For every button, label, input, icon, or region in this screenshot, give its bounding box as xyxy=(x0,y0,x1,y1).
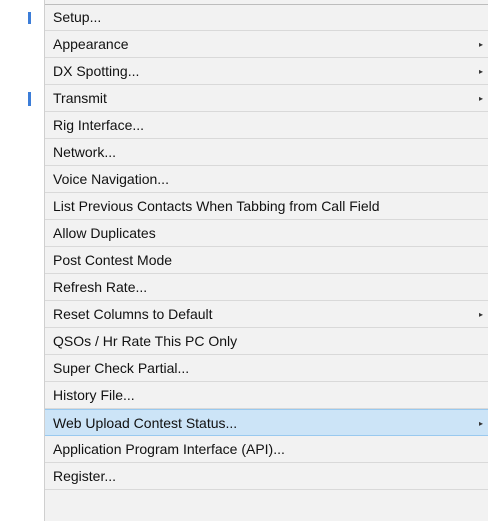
menu-item-label: Appearance xyxy=(53,36,129,52)
menu-item-label: Setup... xyxy=(53,9,102,25)
menu-item-list-previous-contacts-when-tabbing-from-call-field[interactable]: List Previous Contacts When Tabbing from… xyxy=(45,193,488,220)
menu-item-dx-spotting[interactable]: DX Spotting... ▸ xyxy=(45,58,488,85)
submenu-arrow-icon: ▸ xyxy=(478,40,483,49)
menu-item-label: Register... xyxy=(53,468,117,484)
submenu-arrow-icon: ▸ xyxy=(478,419,483,428)
gutter-accent-mark xyxy=(28,12,31,24)
menu-item-appearance[interactable]: Appearance ▸ xyxy=(45,31,488,58)
gutter-accent-mark xyxy=(28,92,31,106)
left-gutter xyxy=(0,0,44,521)
menu-item-label: Transmit xyxy=(53,90,107,106)
menu-item-label: Voice Navigation... xyxy=(53,171,169,187)
menu-item-label: QSOs / Hr Rate This PC Only xyxy=(53,333,238,349)
menu-item-label: Web Upload Contest Status... xyxy=(53,415,238,431)
menu-item-label: Application Program Interface (API)... xyxy=(53,441,285,457)
menu-item-label: History File... xyxy=(53,387,135,403)
menu-item-history-file[interactable]: History File... xyxy=(45,382,488,409)
menu-item-label: Super Check Partial... xyxy=(53,360,190,376)
menu-item-label: Post Contest Mode xyxy=(53,252,173,268)
menu-item-setup[interactable]: Setup... xyxy=(45,4,488,31)
page: Setup... Appearance ▸ DX Spotting... ▸ Transm… xyxy=(0,0,488,521)
menu-item-web-upload-contest-status[interactable]: Web Upload Contest Status... ▸ xyxy=(45,409,488,436)
menu-item-reset-columns-to-default[interactable]: Reset Columns to Default ▸ xyxy=(45,301,488,328)
menu-item-allow-duplicates[interactable]: Allow Duplicates xyxy=(45,220,488,247)
menu-item-label: Allow Duplicates xyxy=(53,225,156,241)
menu-item-refresh-rate[interactable]: Refresh Rate... xyxy=(45,274,488,301)
menu-item-voice-navigation[interactable]: Voice Navigation... xyxy=(45,166,488,193)
menu-item-label: Refresh Rate... xyxy=(53,279,148,295)
menu-item-super-check-partial[interactable]: Super Check Partial... xyxy=(45,355,488,382)
menu-item-qsos-hr-rate-this-pc-only[interactable]: QSOs / Hr Rate This PC Only xyxy=(45,328,488,355)
menu-item-label: List Previous Contacts When Tabbing from… xyxy=(53,198,380,214)
options-dropdown-menu: Setup... Appearance ▸ DX Spotting... ▸ Transm… xyxy=(44,0,488,521)
menu-item-label: DX Spotting... xyxy=(53,63,140,79)
menu-item-label: Rig Interface... xyxy=(53,117,145,133)
menu-item-network[interactable]: Network... xyxy=(45,139,488,166)
menu-item-application-program-interface-api[interactable]: Application Program Interface (API)... xyxy=(45,436,488,463)
menu-item-post-contest-mode[interactable]: Post Contest Mode xyxy=(45,247,488,274)
menu-item-register[interactable]: Register... xyxy=(45,463,488,490)
menu-item-rig-interface[interactable]: Rig Interface... xyxy=(45,112,488,139)
submenu-arrow-icon: ▸ xyxy=(478,310,483,319)
menu-item-label: Network... xyxy=(53,144,117,160)
menu-item-transmit[interactable]: Transmit ▸ xyxy=(45,85,488,112)
submenu-arrow-icon: ▸ xyxy=(478,94,483,103)
menu-item-label: Reset Columns to Default xyxy=(53,306,213,322)
submenu-arrow-icon: ▸ xyxy=(478,67,483,76)
menu-item-list: Setup... Appearance ▸ DX Spotting... ▸ Transm… xyxy=(45,4,488,490)
